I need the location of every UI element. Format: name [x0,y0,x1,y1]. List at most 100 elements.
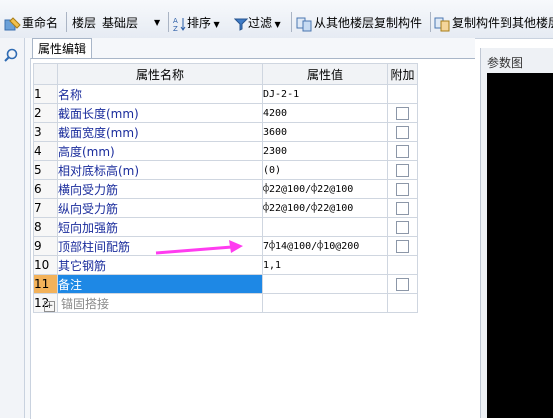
rename-button[interactable]: 重命名 [4,14,58,32]
add-checkbox[interactable] [396,240,409,253]
row-number: 6 [33,179,58,199]
row-value[interactable]: ⌽22@100/⌽22@100 [262,198,388,218]
table-row[interactable]: 3 截面宽度(mm) 3600 [33,122,418,142]
row-value[interactable]: 1,1 [262,255,388,275]
left-strip [0,38,25,418]
row-value[interactable]: DJ-2-1 [262,84,388,104]
parameter-diagram-canvas[interactable] [487,73,553,418]
row-value[interactable]: 4200 [262,103,388,123]
filter-icon [234,18,248,31]
row-value[interactable]: 3600 [262,122,388,142]
property-table: 属性名称 属性值 附加 1 名称 DJ-2-1 2 截面长度(mm) 4200 … [33,63,418,313]
table-row-selected[interactable]: 11 备注 [33,274,418,294]
add-checkbox[interactable] [396,202,409,215]
parameter-panel-title: 参数图 [487,56,524,70]
row-name: 其它钢筋 [57,255,263,275]
rename-label: 重命名 [22,16,59,30]
floor-label: 楼层 [72,16,97,30]
add-checkbox[interactable] [396,126,409,139]
row-name: 横向受力筋 [57,179,263,199]
row-add-cell [387,217,418,237]
table-row[interactable]: 10 其它钢筋 1,1 [33,255,418,275]
svg-text:A: A [173,17,178,25]
table-header-row: 属性名称 属性值 附加 [33,63,418,85]
floor-select-value: 基础层 [102,16,139,30]
toolbar-separator [430,12,431,32]
header-value: 属性值 [262,63,388,85]
row-name: 备注 [57,274,263,294]
copy-from-label: 从其他楼层复制构件 [314,16,423,30]
row-name: 截面宽度(mm) [57,122,263,142]
table-row[interactable]: 8 短向加强筋 [33,217,418,237]
row-add-cell [387,103,418,123]
add-checkbox[interactable] [396,107,409,120]
sort-button[interactable]: A Z 排序 ▼ [173,14,220,32]
row-name: 顶部柱间配筋 [57,236,263,256]
row-name: 短向加强筋 [57,217,263,237]
table-row[interactable]: 5 相对底标高(m) (0) [33,160,418,180]
copy-to-floor-button[interactable]: 复制构件到其他楼层 [434,14,553,32]
row-number: 9 [33,236,58,256]
row-number: 5 [33,160,58,180]
row-value[interactable]: (0) [262,160,388,180]
row-add-cell [387,84,418,104]
toolbar-separator [168,12,169,32]
table-row[interactable]: 6 横向受力筋 ⌽22@100/⌽22@100 [33,179,418,199]
table-row[interactable]: 12 + 锚固搭接 [33,293,418,313]
copy-from-floor-button[interactable]: 从其他楼层复制构件 [296,14,422,32]
row-add-cell [387,141,418,161]
toolbar-separator [66,12,67,32]
header-num [33,63,58,85]
add-checkbox[interactable] [396,164,409,177]
floor-select[interactable]: 基础层 ▼ [102,14,164,32]
table-row[interactable]: 1 名称 DJ-2-1 [33,84,418,104]
row-name: 名称 [57,84,263,104]
chevron-down-icon: ▼ [272,20,281,29]
row-number: 7 [33,198,58,218]
row-add-cell [387,255,418,275]
row-add-cell [387,122,418,142]
row-value[interactable]: 2300 [262,141,388,161]
sort-label: 排序 [187,16,212,30]
row-value[interactable]: ⌽22@100/⌽22@100 [262,179,388,199]
chevron-down-icon: ▼ [154,18,161,27]
row-value[interactable] [262,293,388,313]
row-number: 8 [33,217,58,237]
row-value[interactable] [262,274,388,294]
add-checkbox[interactable] [396,278,409,291]
filter-button[interactable]: 过滤 ▼ [234,14,281,32]
row-add-cell [387,179,418,199]
add-checkbox[interactable] [396,183,409,196]
row-number: 2 [33,103,58,123]
row-add-cell [387,236,418,256]
copy-to-label: 复制构件到其他楼层 [452,16,553,30]
table-row[interactable]: 7 纵向受力筋 ⌽22@100/⌽22@100 [33,198,418,218]
add-checkbox[interactable] [396,221,409,234]
row-name-expandable: + 锚固搭接 [44,293,263,313]
row-name-label: 锚固搭接 [61,296,110,311]
copy-to-icon [434,17,450,31]
toolbar: 重命名 楼层 基础层 ▼ A Z 排序 ▼ 过滤 ▼ 从其他楼层复制构件 复制构… [0,0,553,39]
row-value[interactable] [262,217,388,237]
tab-property-edit[interactable]: 属性编辑 [32,38,92,59]
row-number: 11 [33,274,58,294]
svg-text:Z: Z [173,25,178,32]
table-row[interactable]: 4 高度(mm) 2300 [33,141,418,161]
row-value[interactable]: 7⌽14@100/⌽10@200 [262,236,388,256]
sort-az-icon: A Z [173,17,186,32]
header-add: 附加 [387,63,418,85]
row-add-cell [387,293,418,313]
add-checkbox[interactable] [396,145,409,158]
header-name: 属性名称 [57,63,263,85]
table-row[interactable]: 2 截面长度(mm) 4200 [33,103,418,123]
row-name: 高度(mm) [57,141,263,161]
chevron-down-icon: ▼ [211,20,220,29]
search-icon[interactable] [4,48,18,62]
table-row[interactable]: 9 顶部柱间配筋 7⌽14@100/⌽10@200 [33,236,418,256]
row-add-cell [387,198,418,218]
expand-plus-icon[interactable]: + [44,300,55,312]
toolbar-separator [291,12,292,32]
copy-from-icon [296,17,312,31]
row-add-cell [387,160,418,180]
row-name: 截面长度(mm) [57,103,263,123]
